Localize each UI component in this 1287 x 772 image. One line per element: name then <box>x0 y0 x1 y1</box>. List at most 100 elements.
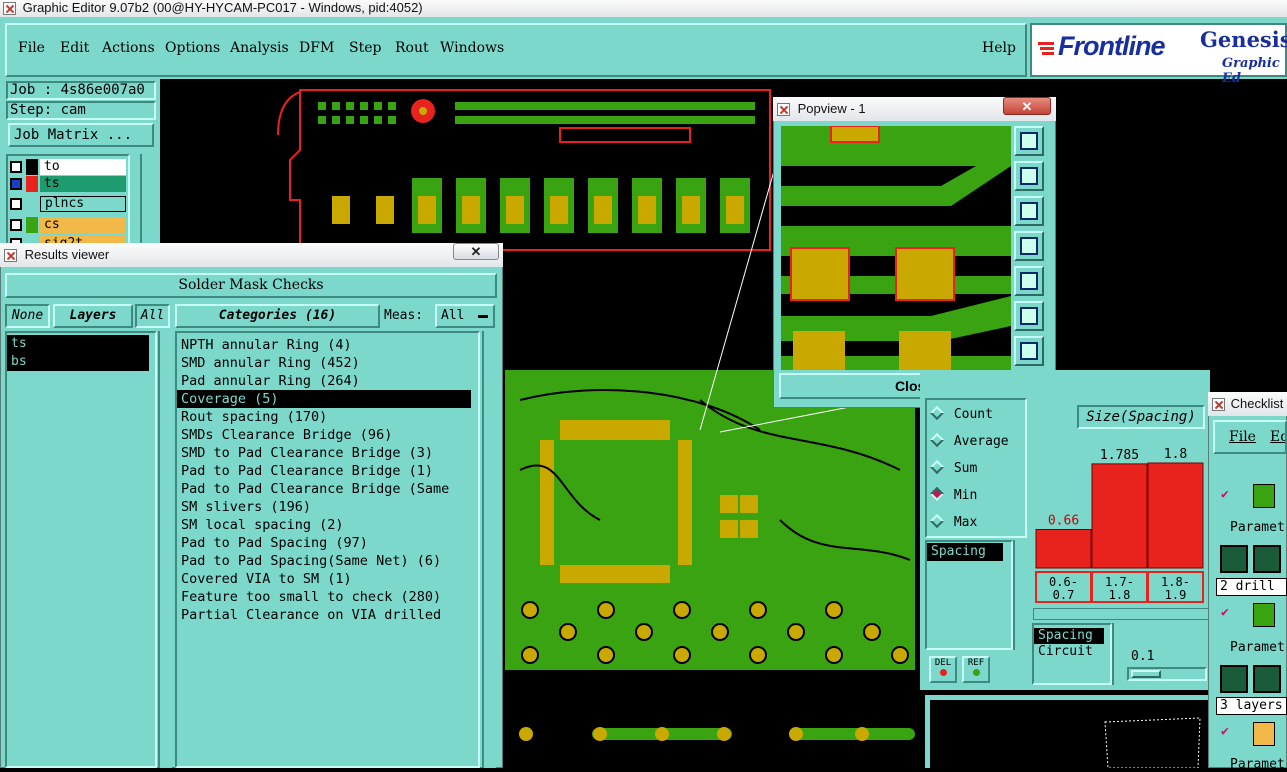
meas-select[interactable]: All <box>435 304 495 328</box>
all-layers-button[interactable]: All <box>135 304 170 328</box>
layer-row[interactable]: ts <box>10 176 128 192</box>
popview-canvas[interactable] <box>781 126 1011 370</box>
histogram-bar[interactable] <box>1091 463 1148 569</box>
histogram-tick-label: 0.7 <box>1053 588 1075 602</box>
pan-up-icon[interactable] <box>1014 161 1044 191</box>
histogram-hscrollbar[interactable] <box>1033 608 1209 620</box>
result-layer-item[interactable]: bs <box>7 353 149 371</box>
menu-analysis[interactable]: Analysis <box>230 40 289 56</box>
histogram-bar[interactable] <box>1147 462 1204 569</box>
radio-min[interactable]: Min <box>929 486 977 506</box>
zoom-fit-icon[interactable] <box>1014 301 1044 331</box>
results-viewer-close-icon[interactable]: ✕ <box>453 243 499 260</box>
run-icon[interactable] <box>1220 665 1248 693</box>
category-item[interactable]: Pad to Pad Clearance Bridge (Same <box>177 480 478 498</box>
popview-close-icon[interactable]: ✕ <box>1003 97 1051 115</box>
job-matrix-button[interactable]: Job Matrix ... <box>8 123 154 147</box>
radio-count[interactable]: Count <box>929 405 993 425</box>
menu-windows[interactable]: Windows <box>440 40 504 56</box>
menu-dfm[interactable]: DFM <box>299 40 334 56</box>
tree-item-spacing[interactable]: Spacing <box>1034 628 1104 644</box>
del-button[interactable]: DEL <box>929 656 957 683</box>
category-item[interactable]: SM local spacing (2) <box>177 516 478 534</box>
threshold-slider[interactable] <box>1127 667 1207 681</box>
run-all-icon[interactable] <box>1253 545 1281 573</box>
category-item[interactable]: Covered VIA to SM (1) <box>177 570 478 588</box>
del-label: DEL <box>934 658 952 668</box>
center-icon[interactable] <box>1014 336 1044 366</box>
menu-help[interactable]: Help <box>982 40 1016 56</box>
tree-scrollbar[interactable] <box>1112 623 1124 685</box>
histogram-chart[interactable]: 0.660.6-0.71.7851.7-1.81.81.8-1.9 <box>1033 440 1209 610</box>
checklist-item[interactable]: 2 drill <box>1216 578 1287 596</box>
layer-list-scrollbar[interactable] <box>140 154 156 249</box>
pan-right-icon[interactable] <box>1014 266 1044 296</box>
menu-options[interactable]: Options <box>165 40 220 56</box>
pan-left-icon[interactable] <box>1014 231 1044 261</box>
checklist-menu-file[interactable]: File <box>1229 429 1256 445</box>
checklist-status-icon <box>1253 484 1275 508</box>
pan-down-icon[interactable] <box>1014 196 1044 226</box>
menu-edit[interactable]: Edit <box>60 40 89 56</box>
layers-button[interactable]: Layers <box>53 304 133 328</box>
popview-title: Popview - 1 <box>797 101 866 116</box>
category-item[interactable]: Partial Clearance on VIA drilled <box>177 606 478 624</box>
categories-button[interactable]: Categories (16) <box>175 304 380 328</box>
menu-rout[interactable]: Rout <box>395 40 429 56</box>
green-dot-icon <box>972 669 980 676</box>
layer-row[interactable]: cs <box>10 217 128 233</box>
menu-file[interactable]: File <box>18 40 45 56</box>
radio-sum[interactable]: Sum <box>929 459 977 479</box>
layer-row[interactable]: plncs <box>10 196 128 212</box>
category-item-selected[interactable]: Coverage (5) <box>177 390 471 408</box>
zoom-in-icon[interactable] <box>1014 126 1044 156</box>
tree-item-circuit[interactable]: Circuit <box>1034 644 1110 660</box>
category-item[interactable]: SM slivers (196) <box>177 498 478 516</box>
category-item[interactable]: Pad annular Ring (264) <box>177 372 478 390</box>
ref-button[interactable]: REF <box>962 656 990 683</box>
category-item[interactable]: Pad to Pad Spacing (97) <box>177 534 478 552</box>
dropdown-icon <box>478 315 488 318</box>
category-item[interactable]: NPTH annular Ring (4) <box>177 336 478 354</box>
results-viewer-titlebar[interactable]: Results viewer <box>0 243 503 267</box>
category-item[interactable]: Feature too small to check (280) <box>177 588 478 606</box>
checklist-check-icon[interactable]: ✔ <box>1221 724 1229 739</box>
menu-step[interactable]: Step <box>349 40 381 56</box>
layer-checkbox[interactable] <box>10 178 22 190</box>
histogram-data-label: 1.785 <box>1100 448 1139 463</box>
category-item[interactable]: Pad to Pad Clearance Bridge (1) <box>177 462 478 480</box>
radio-max[interactable]: Max <box>929 513 977 533</box>
meas-select-value: All <box>441 308 465 323</box>
checklist-menu-edit[interactable]: Ed <box>1270 429 1285 445</box>
checklist-param-label: Paramet <box>1230 640 1285 655</box>
checklist-check-icon[interactable]: ✔ <box>1221 605 1229 620</box>
radio-average[interactable]: Average <box>929 432 1009 452</box>
checklist-titlebar[interactable]: Checklist <box>1208 392 1287 416</box>
checklist-check-icon[interactable]: ✔ <box>1221 487 1229 502</box>
slider-thumb[interactable] <box>1131 670 1161 678</box>
category-item[interactable]: Rout spacing (170) <box>177 408 478 426</box>
categories-list-scrollbar[interactable] <box>482 331 496 768</box>
checklist-item[interactable]: 3 layers <box>1216 697 1287 715</box>
run-all-icon[interactable] <box>1253 665 1281 693</box>
popview-icon <box>777 103 790 117</box>
run-icon[interactable] <box>1220 545 1248 573</box>
layer-name: cs <box>40 217 126 233</box>
layer-checkbox[interactable] <box>10 219 22 231</box>
measure-list-scrollbar[interactable] <box>1013 540 1027 650</box>
layer-checkbox[interactable] <box>10 161 22 173</box>
category-item[interactable]: SMDs Clearance Bridge (96) <box>177 426 478 444</box>
step-label: Step: cam <box>10 102 86 118</box>
layer-name: ts <box>40 176 126 192</box>
histogram-bar[interactable] <box>1035 529 1092 569</box>
layers-list-scrollbar[interactable] <box>158 331 172 768</box>
measure-item[interactable]: Spacing <box>927 543 1003 561</box>
result-layer-item[interactable]: ts <box>7 335 149 353</box>
none-button[interactable]: None <box>5 304 50 328</box>
menu-actions[interactable]: Actions <box>102 40 155 56</box>
category-item[interactable]: SMD to Pad Clearance Bridge (3) <box>177 444 478 462</box>
layer-checkbox[interactable] <box>10 198 22 210</box>
category-item[interactable]: Pad to Pad Spacing(Same Net) (6) <box>177 552 478 570</box>
category-item[interactable]: SMD annular Ring (452) <box>177 354 478 372</box>
layer-row[interactable]: to <box>10 159 128 175</box>
